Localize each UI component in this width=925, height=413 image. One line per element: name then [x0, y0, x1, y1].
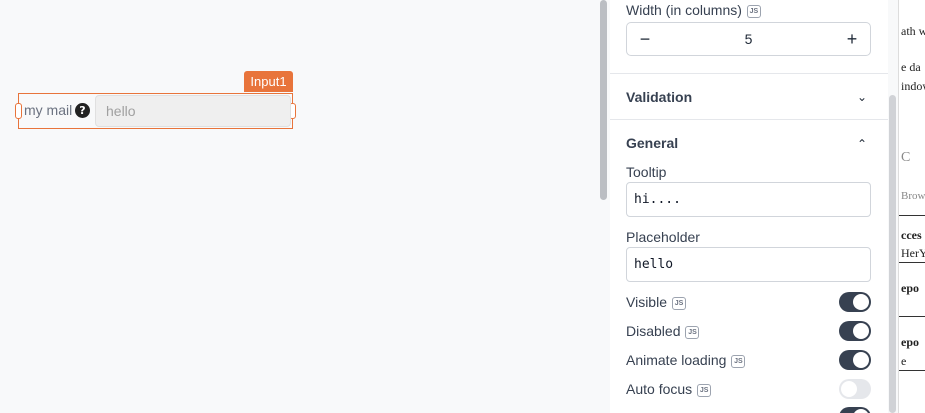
canvas-scrollbar[interactable]: [600, 0, 607, 200]
width-label-text: Width (in columns): [626, 2, 742, 18]
animate-loading-label: Animate loading JS: [626, 352, 746, 368]
chevron-up-icon[interactable]: ⌃: [857, 137, 867, 151]
auto-focus-label-text: Auto focus: [626, 381, 693, 397]
js-toggle-icon[interactable]: JS: [685, 326, 700, 339]
toggle-knob: [853, 409, 869, 413]
width-label: Width (in columns) JS: [626, 2, 761, 18]
bg-text: indow: [901, 79, 925, 93]
disabled-toggle[interactable]: [839, 321, 871, 341]
auto-focus-label: Auto focus JS: [626, 381, 712, 397]
panel-scrollbar[interactable]: [889, 95, 896, 413]
bg-rule: [899, 215, 925, 216]
auto-focus-toggle[interactable]: [839, 379, 871, 399]
bg-text: epo: [901, 281, 919, 295]
editor-canvas[interactable]: [0, 0, 563, 413]
minus-icon[interactable]: −: [635, 28, 655, 50]
toggle-knob: [853, 294, 869, 310]
bg-text: cces: [901, 228, 922, 242]
bg-text: e: [901, 354, 907, 368]
visible-label-text: Visible: [626, 294, 667, 310]
visible-toggle[interactable]: [839, 292, 871, 312]
help-icon[interactable]: ?: [75, 103, 90, 118]
width-stepper[interactable]: − 5 +: [626, 22, 871, 56]
js-toggle-icon[interactable]: JS: [746, 5, 761, 18]
input-widget-label: my mail: [24, 102, 73, 118]
widget-name-tag[interactable]: Input1: [244, 71, 293, 92]
visible-label: Visible JS: [626, 294, 686, 310]
js-toggle-icon[interactable]: JS: [672, 297, 686, 310]
disabled-label-text: Disabled: [626, 323, 681, 339]
input-widget-field: hello: [95, 95, 291, 127]
disabled-label: Disabled JS: [626, 323, 700, 339]
bg-rule: [899, 370, 925, 371]
section-validation[interactable]: Validation: [626, 89, 692, 105]
bg-text: HerY: [901, 246, 925, 260]
resize-handle-left[interactable]: [15, 103, 22, 119]
bg-text: C: [901, 150, 911, 165]
toggle-knob: [853, 323, 869, 339]
placeholder-input[interactable]: hello: [626, 247, 871, 282]
next-toggle[interactable]: [839, 407, 871, 413]
animate-loading-label-text: Animate loading: [626, 352, 727, 368]
animate-loading-toggle[interactable]: [839, 350, 871, 370]
bg-text: e da: [901, 60, 921, 74]
section-general[interactable]: General: [626, 135, 678, 151]
bg-text: epo: [901, 335, 919, 349]
bg-text: ath w: [901, 24, 925, 38]
placeholder-label: Placeholder: [626, 229, 700, 245]
width-value[interactable]: 5: [667, 31, 830, 47]
toggle-knob: [841, 381, 857, 397]
js-toggle-icon[interactable]: JS: [697, 384, 712, 397]
chevron-down-icon[interactable]: ⌄: [857, 90, 867, 104]
bg-rule: [899, 262, 925, 263]
bg-text: Brow: [901, 190, 925, 202]
tooltip-input[interactable]: hi....: [626, 182, 871, 217]
bg-rule: [899, 316, 925, 317]
tooltip-label: Tooltip: [626, 164, 667, 180]
toggle-knob: [853, 352, 869, 368]
background-window: ath w e da indow C Brow cces HerY epo ep…: [898, 0, 925, 413]
divider: [610, 119, 888, 120]
divider: [610, 73, 888, 74]
js-toggle-icon[interactable]: JS: [731, 355, 746, 368]
plus-icon[interactable]: +: [842, 28, 862, 50]
